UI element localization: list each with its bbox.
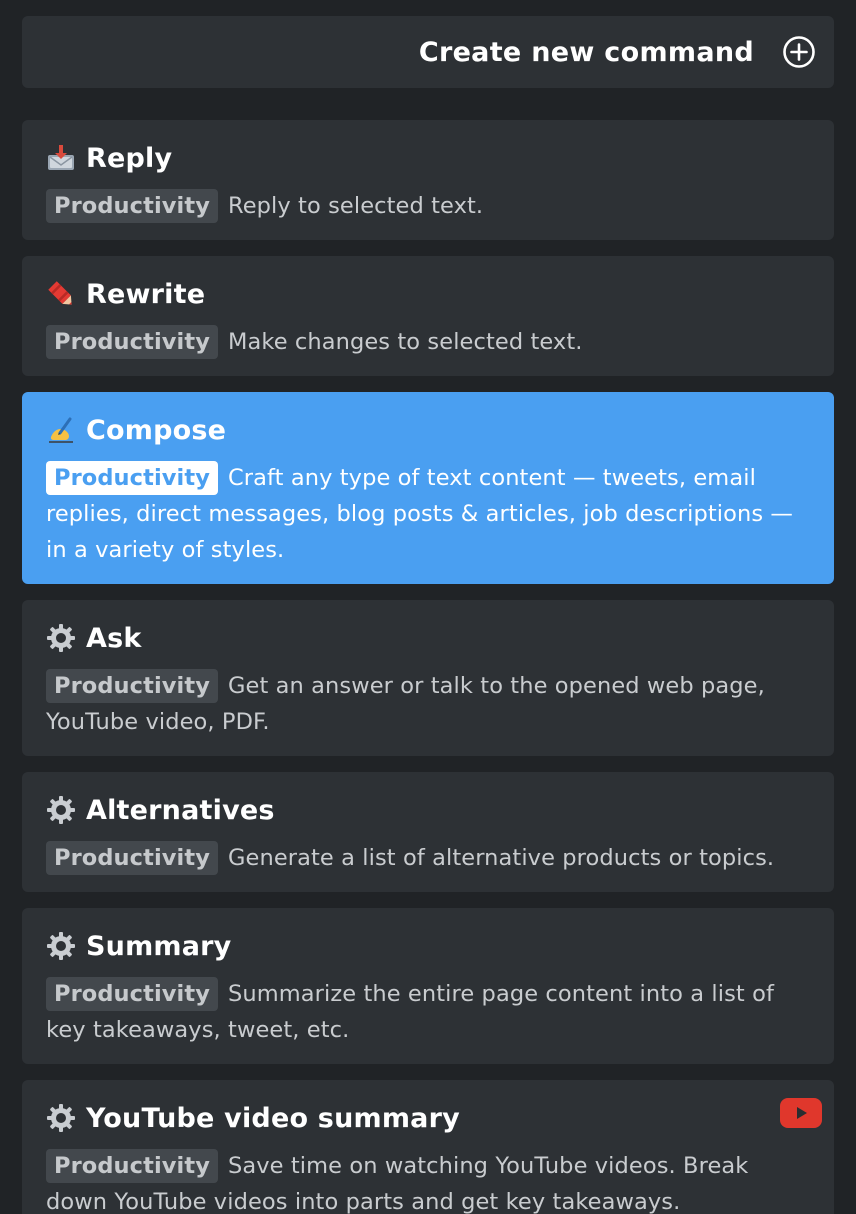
command-description-row: Productivity Make changes to selected tex… (46, 324, 810, 360)
gear-icon (46, 623, 76, 653)
gear-icon (46, 931, 76, 961)
command-description-row: Productivity Reply to selected text. (46, 188, 810, 224)
command-card-rewrite[interactable]: Rewrite Productivity Make changes to sele… (22, 256, 834, 376)
category-badge: Productivity (46, 669, 218, 703)
command-title-row: Reply (46, 140, 810, 176)
crayon-icon (46, 279, 76, 309)
youtube-icon (780, 1098, 822, 1128)
command-card-summary[interactable]: Summary Productivity Summarize the entire… (22, 908, 834, 1064)
command-title: Summary (86, 930, 232, 962)
command-card-youtube-video-summary[interactable]: YouTube video summary Productivity Save t… (22, 1080, 834, 1214)
create-new-command-button[interactable]: Create new command (22, 16, 834, 88)
category-badge: Productivity (46, 841, 218, 875)
category-badge: Productivity (46, 325, 218, 359)
command-card-alternatives[interactable]: Alternatives Productivity Generate a list… (22, 772, 834, 892)
command-title-row: Compose (46, 412, 810, 448)
command-title-row: Summary (46, 928, 810, 964)
command-title: Ask (86, 622, 142, 654)
command-card-compose[interactable]: Compose Productivity Craft any type of te… (22, 392, 834, 584)
category-badge: Productivity (46, 461, 218, 495)
command-title: Reply (86, 142, 173, 174)
command-title-row: Rewrite (46, 276, 810, 312)
command-description: Make changes to selected text. (227, 329, 583, 355)
gear-icon (46, 795, 76, 825)
command-description-row: Productivity Get an answer or talk to the… (46, 668, 810, 740)
writing-hand-icon (46, 415, 76, 445)
command-title: Compose (86, 414, 227, 446)
command-list-panel: Create new command Reply Productivity Re… (0, 0, 856, 1214)
create-new-command-label: Create new command (418, 36, 754, 68)
command-card-ask[interactable]: Ask Productivity Get an answer or talk to… (22, 600, 834, 756)
category-badge: Productivity (46, 189, 218, 223)
category-badge: Productivity (46, 1149, 218, 1183)
inbox-tray-icon (46, 143, 76, 173)
command-title: Alternatives (86, 794, 275, 826)
command-title-row: Ask (46, 620, 810, 656)
command-description-row: Productivity Craft any type of text conte… (46, 460, 810, 568)
gear-icon (46, 1103, 76, 1133)
command-description-row: Productivity Generate a list of alternati… (46, 840, 810, 876)
category-badge: Productivity (46, 977, 218, 1011)
command-description: Reply to selected text. (227, 193, 484, 219)
command-description-row: Productivity Save time on watching YouTub… (46, 1148, 810, 1214)
command-description-row: Productivity Summarize the entire page co… (46, 976, 810, 1048)
command-title: Rewrite (86, 278, 206, 310)
command-description: Generate a list of alternative products … (227, 845, 775, 871)
plus-circle-icon (782, 35, 816, 69)
command-title-row: Alternatives (46, 792, 810, 828)
command-title: YouTube video summary (86, 1102, 460, 1134)
command-title-row: YouTube video summary (46, 1100, 810, 1136)
command-card-reply[interactable]: Reply Productivity Reply to selected text… (22, 120, 834, 240)
